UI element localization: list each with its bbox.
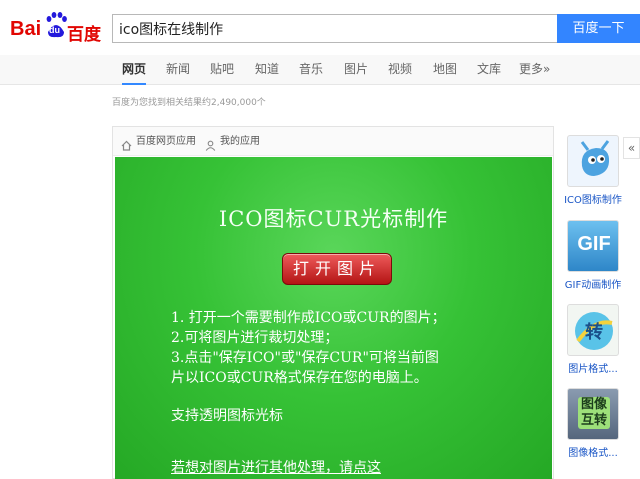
sidebar-item-label: 图像格式...	[568, 448, 618, 459]
sidebar-item-image-convert[interactable]: 图像互转 图像格式...	[560, 388, 626, 459]
instruction-line-1: 1. 打开一个需要制作成ICO或CUR的图片；	[171, 310, 446, 326]
sidebar-item-label: ICO图标制作	[564, 195, 622, 206]
ico-maker-panel: ICO图标CUR光标制作 打开图片 1. 打开一个需要制作成ICO或CUR的图片…	[115, 157, 552, 479]
app-card: 百度网页应用 我的应用 ICO图标CUR光标制作 打开图片 1. 打开一个需要制…	[112, 126, 554, 479]
gif-tile-text: GIF	[577, 233, 611, 255]
logo-text-baidu: 百度	[67, 25, 101, 44]
gif-icon: GIF	[567, 220, 619, 272]
sidebar-item-label: GIF动画制作	[564, 280, 622, 291]
gimp-icon	[567, 135, 619, 187]
image-convert-tile-text: 图像互转	[578, 397, 610, 429]
nav-tab-tieba[interactable]: 贴吧	[210, 55, 234, 85]
convert-tile-text: 转	[585, 322, 603, 343]
logo-text-bai: Bai	[10, 18, 42, 40]
nav-tab-images[interactable]: 图片	[344, 55, 368, 85]
instruction-line-4: 片以ICO或CUR格式保存在您的电脑上。	[171, 370, 428, 386]
panel-title: ICO图标CUR光标制作	[218, 207, 449, 231]
breadcrumb-home[interactable]: 百度网页应用	[136, 127, 196, 156]
instruction-line-3: 3.点击"保存ICO"或"保存CUR"可将当前图	[171, 350, 439, 366]
nav-tab-wenku[interactable]: 文库	[477, 55, 501, 85]
nav-tab-music[interactable]: 音乐	[299, 55, 323, 85]
sidebar-item-ico-maker[interactable]: ICO图标制作	[560, 135, 626, 206]
nav-tab-news[interactable]: 新闻	[166, 55, 190, 85]
sidebar-item-image-format[interactable]: 转 图片格式...	[560, 304, 626, 375]
open-image-button[interactable]: 打开图片	[282, 253, 392, 285]
search-input[interactable]	[113, 15, 558, 42]
paw-icon: du	[45, 12, 67, 38]
sidebar-collapse-button[interactable]: «	[623, 137, 640, 159]
result-count: 百度为您找到相关结果约2,490,000个	[112, 98, 266, 108]
paw-text: du	[49, 25, 60, 35]
search-button[interactable]: 百度一下	[557, 14, 640, 43]
other-processing-link[interactable]: 若想对图片进行其他处理，请点这	[171, 457, 381, 477]
transparent-support-note: 支持透明图标光标	[171, 408, 283, 424]
convert-icon: 转	[567, 304, 619, 356]
sidebar-item-gif-maker[interactable]: GIF GIF动画制作	[560, 220, 626, 291]
image-convert-icon: 图像互转	[567, 388, 619, 440]
nav-tab-web[interactable]: 网页	[122, 55, 147, 85]
header: Bai du 百度 百度一下	[0, 0, 640, 56]
sidebar-item-label: 图片格式...	[568, 364, 618, 375]
breadcrumb-my-apps[interactable]: 我的应用	[220, 127, 260, 156]
nav-tab-more[interactable]: 更多»	[519, 55, 550, 85]
nav-tab-map[interactable]: 地图	[433, 55, 457, 85]
category-nav: 网页 新闻 贴吧 知道 音乐 图片 视频 地图 文库 更多»	[0, 55, 640, 85]
user-icon	[205, 136, 216, 151]
baidu-logo[interactable]: Bai du 百度	[10, 9, 102, 44]
home-icon	[121, 136, 132, 151]
nav-tab-zhidao[interactable]: 知道	[255, 55, 279, 85]
instruction-line-2: 2.可将图片进行裁切处理；	[171, 330, 339, 346]
app-card-header: 百度网页应用 我的应用	[113, 127, 553, 156]
search-box	[112, 14, 558, 43]
app-sidebar: ICO图标制作 GIF GIF动画制作 转 图片格式... 图像互转 图像格式.…	[556, 126, 624, 479]
nav-tab-video[interactable]: 视频	[388, 55, 412, 85]
